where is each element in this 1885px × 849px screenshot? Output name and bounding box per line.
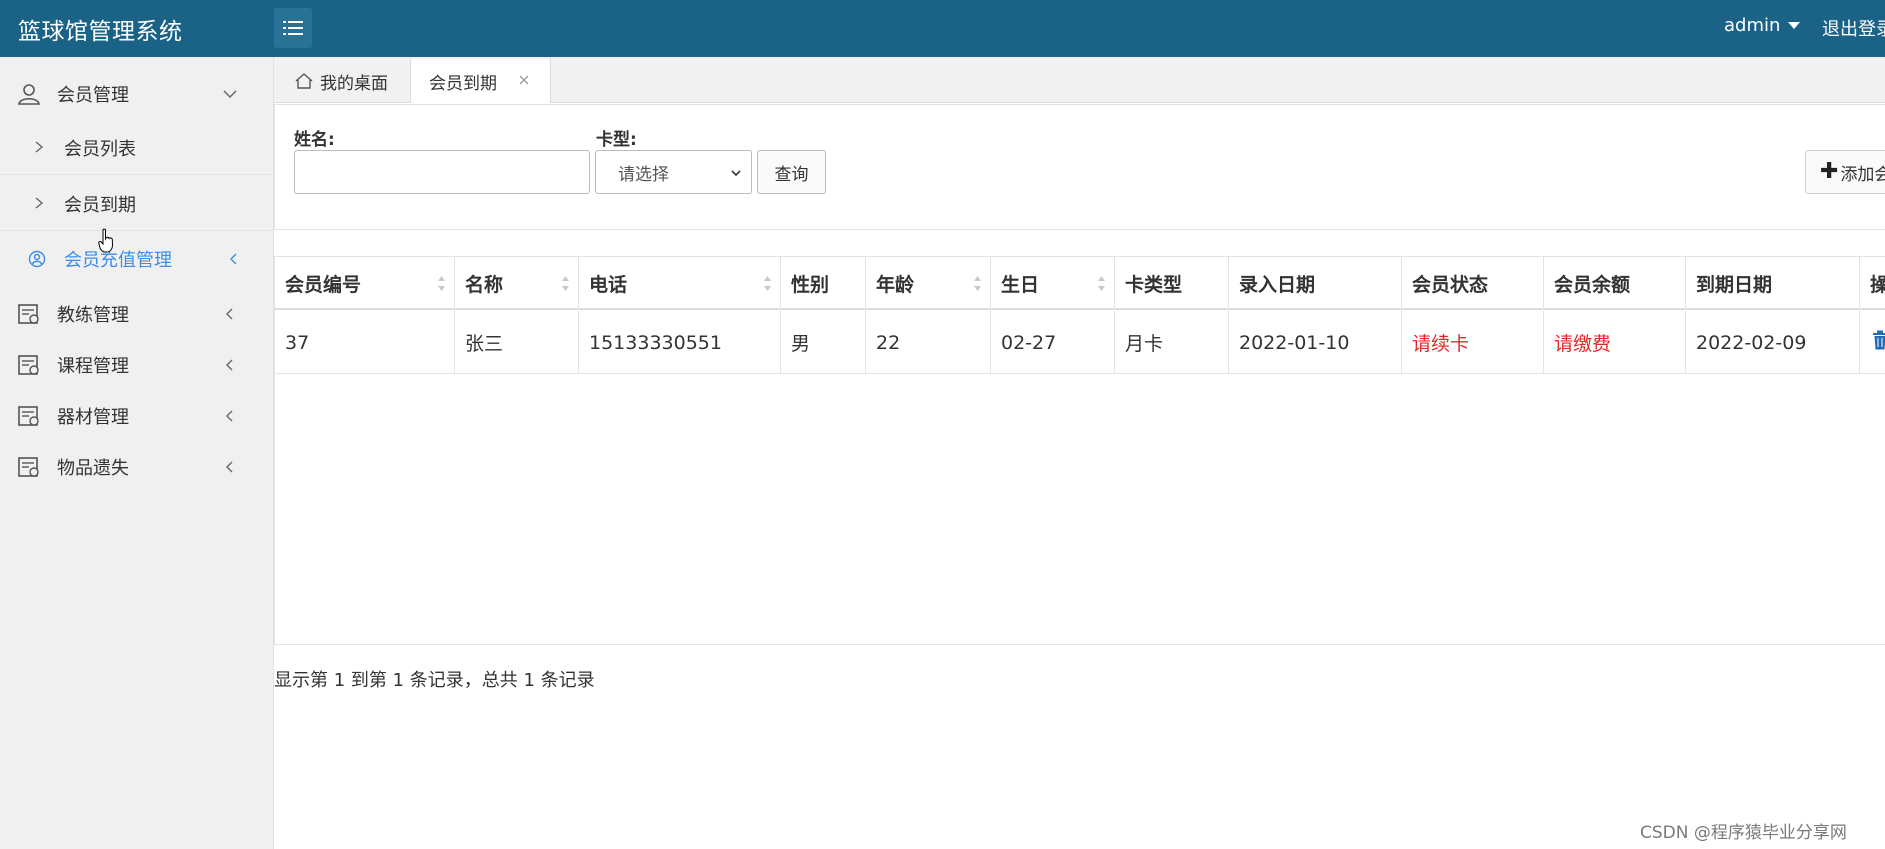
user-name: admin <box>1724 15 1781 36</box>
cell-phone: 15133330551 <box>579 311 781 374</box>
home-icon <box>295 73 313 89</box>
user-circle-icon <box>28 250 46 268</box>
query-button[interactable]: 查询 <box>757 150 826 194</box>
col-card-type: 卡类型 <box>1115 257 1229 310</box>
list-doc-icon <box>18 355 39 375</box>
top-header: 篮球馆管理系统 admin 退出登录 <box>0 0 1885 57</box>
card-type-label: 卡型: <box>596 130 637 150</box>
user-menu[interactable]: admin <box>1724 15 1801 36</box>
col-member-id[interactable]: 会员编号 <box>275 257 455 310</box>
user-icon <box>18 84 40 105</box>
col-name[interactable]: 名称 <box>455 257 579 310</box>
tab-my-desktop[interactable]: 我的桌面 <box>274 59 411 103</box>
cell-age: 22 <box>866 311 991 374</box>
chevron-left-icon <box>226 308 233 320</box>
plus-icon: ✚ <box>1820 159 1839 184</box>
sub-item-member-list[interactable]: 会员列表 <box>0 119 274 175</box>
list-doc-icon <box>18 457 39 477</box>
nav-course-management[interactable]: 课程管理 <box>0 340 274 390</box>
cell-name: 张三 <box>455 311 579 374</box>
table-row[interactable]: 37 张三 15133330551 男 22 02-27 月卡 2022-01-… <box>275 311 1885 374</box>
col-actions: 操作 <box>1860 257 1885 310</box>
card-type-selected: 请选择 <box>618 164 669 185</box>
cell-gender: 男 <box>781 311 866 374</box>
col-birthday[interactable]: 生日 <box>991 257 1115 310</box>
tab-bar: 我的桌面 会员到期 <box>274 57 1885 103</box>
logout-link[interactable]: 退出登录 <box>1822 15 1885 41</box>
sort-icon <box>1098 276 1105 291</box>
nav-label: 器材管理 <box>57 407 129 428</box>
cell-birthday: 02-27 <box>991 311 1115 374</box>
nav-member-management[interactable]: 会员管理 <box>0 69 274 119</box>
member-table: 会员编号 名称 电话 性别 年龄 生日 卡类型 录入日期 会员状态 会员余额 到… <box>274 256 1885 645</box>
add-member-button[interactable]: ✚ 添加会员 <box>1805 150 1885 194</box>
close-icon[interactable] <box>518 74 530 86</box>
add-member-label: 添加会员 <box>1840 164 1885 185</box>
chevron-left-icon <box>226 461 233 473</box>
tab-label: 会员到期 <box>429 73 497 94</box>
nav-label: 物品遗失 <box>57 458 129 479</box>
cell-member-balance: 请缴费 <box>1544 311 1686 374</box>
cell-expiry-date: 2022-02-09 <box>1686 311 1860 374</box>
cell-card-type: 月卡 <box>1115 311 1229 374</box>
list-doc-icon <box>18 406 39 426</box>
sort-icon <box>438 276 445 291</box>
cell-member-status: 请续卡 <box>1402 311 1544 374</box>
sidebar: 会员管理 会员列表 会员到期 会员充值管理 教练管理 课程管理 器材管理 物品遗… <box>0 57 274 849</box>
caret-down-icon <box>1788 22 1801 29</box>
search-form: 姓名: 卡型: 请选择 查询 ✚ 添加会员 <box>274 104 1885 230</box>
nav-member-recharge[interactable]: 会员充值管理 <box>0 234 274 284</box>
nav-label: 教练管理 <box>57 305 129 326</box>
table-header: 会员编号 名称 电话 性别 年龄 生日 卡类型 录入日期 会员状态 会员余额 到… <box>275 257 1885 310</box>
card-type-select[interactable]: 请选择 <box>595 150 752 194</box>
pagination-summary: 显示第 1 到第 1 条记录，总共 1 条记录 <box>274 670 595 691</box>
chevron-right-icon <box>35 141 44 153</box>
col-member-status: 会员状态 <box>1402 257 1544 310</box>
chevron-down-icon <box>223 90 237 99</box>
mouse-cursor-icon <box>98 228 114 253</box>
watermark: CSDN @程序猿毕业分享网 <box>1640 823 1847 843</box>
cell-member-id: 37 <box>275 311 455 374</box>
nav-label: 课程管理 <box>57 356 129 377</box>
chevron-right-icon <box>35 197 44 209</box>
trash-icon[interactable] <box>1872 330 1885 350</box>
chevron-down-icon <box>731 170 741 177</box>
menu-toggle-button[interactable] <box>274 8 312 48</box>
col-entry-date: 录入日期 <box>1229 257 1402 310</box>
hamburger-icon <box>283 21 303 35</box>
col-expiry-date: 到期日期 <box>1686 257 1860 310</box>
tab-label: 我的桌面 <box>320 73 388 94</box>
nav-coach-management[interactable]: 教练管理 <box>0 289 274 339</box>
nav-lost-items[interactable]: 物品遗失 <box>0 442 274 492</box>
name-input[interactable] <box>294 150 590 194</box>
cell-entry-date: 2022-01-10 <box>1229 311 1402 374</box>
sort-icon <box>974 276 981 291</box>
sub-item-label: 会员列表 <box>64 139 136 160</box>
sub-item-member-expiry[interactable]: 会员到期 <box>0 175 274 231</box>
cell-actions <box>1860 311 1885 374</box>
list-doc-icon <box>18 304 39 324</box>
chevron-left-icon <box>226 410 233 422</box>
col-member-balance: 会员余额 <box>1544 257 1686 310</box>
sort-icon <box>562 276 569 291</box>
name-label: 姓名: <box>294 130 335 150</box>
app-title: 篮球馆管理系统 <box>18 19 183 45</box>
tab-member-expiry[interactable]: 会员到期 <box>411 59 551 103</box>
sort-icon <box>764 276 771 291</box>
chevron-left-icon <box>226 359 233 371</box>
col-age[interactable]: 年龄 <box>866 257 991 310</box>
nav-equipment-management[interactable]: 器材管理 <box>0 391 274 441</box>
col-gender: 性别 <box>781 257 866 310</box>
nav-label: 会员管理 <box>57 85 129 106</box>
chevron-left-icon <box>230 253 237 265</box>
col-phone[interactable]: 电话 <box>579 257 781 310</box>
sub-item-label: 会员到期 <box>64 195 136 216</box>
nav-label: 会员充值管理 <box>64 250 172 271</box>
